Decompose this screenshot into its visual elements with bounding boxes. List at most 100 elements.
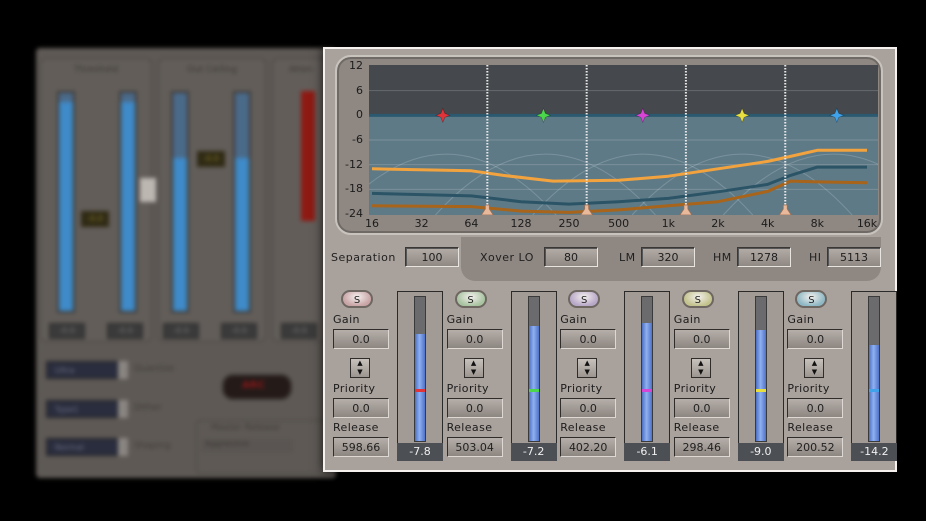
out-ceiling-led: -0.0	[197, 151, 225, 167]
gain-label: Gain	[560, 313, 588, 326]
arrow-up-icon[interactable]: ▲	[351, 359, 369, 368]
threshold-marker[interactable]	[528, 389, 539, 393]
master-release-title: Master Release	[211, 423, 280, 433]
arrow-down-icon[interactable]: ▼	[692, 368, 710, 377]
meter-readout: -7.2	[510, 443, 557, 461]
arrow-up-icon[interactable]: ▲	[692, 359, 710, 368]
arrow-down-icon[interactable]: ▼	[465, 368, 483, 377]
meter-track	[414, 296, 426, 442]
x-tick-label: 4k	[760, 217, 775, 230]
solo-button[interactable]: S	[568, 290, 601, 308]
gain-label: Gain	[446, 313, 474, 326]
gain-reduction-meter: -9.0	[737, 291, 784, 461]
gain-field[interactable]: 0.0	[333, 329, 389, 349]
priority-spinner[interactable]: ▲ ▼	[804, 358, 825, 378]
xover-hm-field[interactable]: 1278	[737, 247, 791, 267]
threshold-marker[interactable]	[642, 389, 653, 393]
quantize-label: Quantize	[134, 364, 175, 374]
priority-field[interactable]: 0.0	[333, 398, 389, 418]
y-tick-label: -18	[345, 182, 363, 196]
release-label: Release	[333, 421, 379, 434]
release-field[interactable]: 503.04	[446, 437, 503, 457]
priority-label: Priority	[446, 382, 489, 395]
out-ceiling-readout-left: -0.0	[163, 323, 199, 339]
arrow-down-icon[interactable]: ▼	[351, 368, 369, 377]
xover-hm-label: HM	[713, 251, 732, 264]
priority-field[interactable]: 0.0	[446, 398, 503, 418]
meter-fill	[415, 334, 425, 441]
meter-track	[868, 296, 881, 442]
gain-reduction-meter: -6.1	[624, 291, 671, 461]
priority-label: Priority	[673, 382, 717, 395]
xover-hi-field[interactable]: 5113	[827, 247, 881, 267]
master-release-section: Master Release Aggressive	[196, 420, 334, 474]
meter-fill	[528, 325, 539, 441]
threshold-link-slider[interactable]	[140, 178, 156, 202]
threshold-title: Threshold	[73, 65, 119, 75]
dither-select[interactable]: Type1	[46, 400, 128, 418]
threshold-marker[interactable]	[869, 389, 880, 393]
release-field[interactable]: 298.46	[673, 437, 730, 457]
solo-button[interactable]: S	[341, 290, 373, 308]
gain-field[interactable]: 0.0	[673, 329, 730, 349]
band-strip-3: S Gain 0.0 ▲ ▼ Priority 0.0 Release 402.…	[558, 287, 671, 465]
separation-field[interactable]: 100	[405, 247, 459, 267]
gain-label: Gain	[673, 313, 701, 326]
priority-field[interactable]: 0.0	[787, 398, 844, 418]
solo-button[interactable]: S	[795, 290, 828, 308]
arrow-down-icon[interactable]: ▼	[805, 368, 823, 377]
x-tick-label: 16	[365, 217, 379, 230]
gain-field[interactable]: 0.0	[787, 329, 844, 349]
out-ceiling-section: Out Ceiling -0.0 -0.0 -0.0	[158, 58, 266, 342]
priority-spinner[interactable]: ▲ ▼	[577, 358, 598, 378]
priority-spinner[interactable]: ▲ ▼	[350, 358, 370, 378]
atten-readout: -0.0	[281, 323, 317, 339]
priority-field[interactable]: 0.0	[673, 398, 730, 418]
quantize-dropdown-icon[interactable]	[118, 361, 128, 379]
xover-hi-label: HI	[809, 251, 822, 264]
priority-spinner[interactable]: ▲ ▼	[690, 358, 711, 378]
release-field[interactable]: 200.52	[787, 437, 844, 457]
meter-fill	[869, 344, 880, 441]
threshold-meter-right	[119, 91, 137, 313]
release-field[interactable]: 598.66	[333, 437, 389, 457]
eq-graph[interactable]	[369, 65, 878, 215]
xover-lm-field[interactable]: 320	[641, 247, 695, 267]
gain-field[interactable]: 0.0	[446, 329, 503, 349]
gain-field[interactable]: 0.0	[560, 329, 617, 349]
arrow-up-icon[interactable]: ▲	[805, 359, 823, 368]
solo-button[interactable]: S	[681, 290, 714, 308]
arc-label: ARC	[242, 380, 265, 391]
threshold-meter-left	[57, 91, 75, 313]
meter-fill	[755, 330, 766, 441]
release-label: Release	[446, 421, 493, 434]
out-ceiling-meter-right	[233, 91, 251, 313]
atten-section: Atten -0.0	[272, 58, 330, 342]
shaping-dropdown-icon[interactable]	[118, 438, 128, 456]
x-tick-label: 16k	[856, 217, 878, 230]
priority-label: Priority	[787, 382, 830, 395]
priority-spinner[interactable]: ▲ ▼	[463, 358, 484, 378]
release-label: Release	[560, 421, 606, 434]
multiband-panel: 12 6 0 -6 -12 -18 -24 16 32 64 128 250 500 1k 2k 4k 8k 1…	[323, 47, 898, 472]
priority-field[interactable]: 0.0	[560, 398, 617, 418]
arrow-up-icon[interactable]: ▲	[465, 359, 483, 368]
dither-dropdown-icon[interactable]	[118, 400, 128, 418]
x-tick-label: 2k	[711, 217, 725, 230]
gain-label: Gain	[787, 313, 815, 326]
solo-button[interactable]: S	[454, 290, 487, 308]
threshold-marker[interactable]	[755, 389, 766, 393]
y-tick-label: -24	[345, 207, 363, 220]
xover-lo-field[interactable]: 80	[544, 247, 598, 267]
meter-track	[527, 296, 540, 442]
quantize-select[interactable]: Ultra	[46, 361, 128, 379]
arrow-down-icon[interactable]: ▼	[578, 368, 596, 377]
release-field[interactable]: 402.20	[560, 437, 617, 457]
x-tick-label: 8k	[810, 217, 825, 230]
arrow-up-icon[interactable]: ▲	[578, 359, 596, 368]
shaping-select[interactable]: Normal	[46, 438, 128, 456]
master-release-select[interactable]: Aggressive	[201, 439, 293, 453]
arc-power-button[interactable]: ARC	[222, 374, 292, 400]
threshold-marker[interactable]	[415, 389, 425, 393]
atten-meter	[301, 91, 315, 221]
